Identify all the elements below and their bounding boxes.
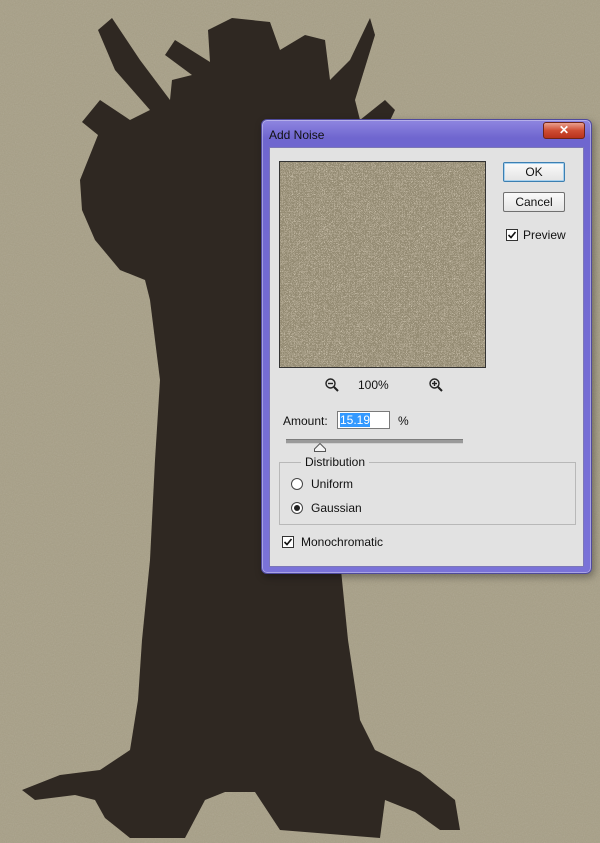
amount-value: 15.19 [340, 413, 371, 427]
zoom-level: 100% [358, 378, 389, 392]
amount-slider[interactable] [286, 439, 463, 444]
uniform-radio[interactable] [291, 478, 303, 490]
amount-unit: % [398, 414, 409, 428]
dialog-titlebar[interactable]: Add Noise ✕ [262, 120, 591, 148]
slider-thumb-icon[interactable] [313, 443, 326, 452]
preview-label: Preview [523, 228, 566, 242]
noise-preview[interactable] [279, 161, 486, 368]
gaussian-radio[interactable] [291, 502, 303, 514]
uniform-label: Uniform [311, 477, 354, 491]
dialog-client-area: 100% OK Cancel Preview Amount: 15.19 % D… [269, 147, 584, 567]
preview-zoom-controls: 100% [324, 377, 444, 393]
amount-input[interactable]: 15.19 [337, 411, 390, 429]
noise-preview-image [280, 162, 485, 367]
add-noise-dialog: Add Noise ✕ 100% OK Cancel Preview Amoun… [261, 119, 592, 574]
preview-checkbox[interactable] [506, 229, 518, 241]
ok-button[interactable]: OK [503, 162, 565, 182]
radio-selected-dot [294, 505, 300, 511]
dialog-title: Add Noise [269, 128, 325, 142]
checkmark-icon [283, 538, 293, 546]
checkmark-icon [507, 231, 517, 239]
cancel-button[interactable]: Cancel [503, 192, 565, 212]
close-button[interactable]: ✕ [543, 122, 585, 139]
distribution-title: Distribution [301, 455, 370, 469]
monochromatic-checkbox[interactable] [282, 536, 294, 548]
amount-label: Amount: [283, 414, 328, 428]
gaussian-label: Gaussian [311, 501, 362, 515]
zoom-out-icon[interactable] [324, 377, 340, 393]
monochromatic-label: Monochromatic [301, 535, 384, 549]
zoom-in-icon[interactable] [428, 377, 444, 393]
distribution-group [279, 462, 576, 525]
close-icon: ✕ [558, 123, 570, 137]
